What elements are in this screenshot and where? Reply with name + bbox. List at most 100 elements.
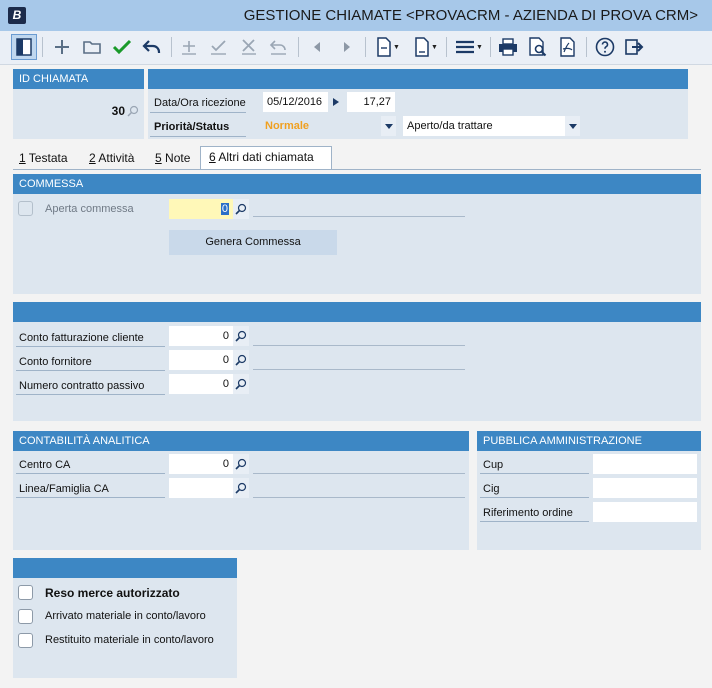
search-icon[interactable] <box>233 199 249 219</box>
label-underline <box>16 497 165 498</box>
add-icon[interactable] <box>49 34 75 60</box>
label-underline <box>16 394 165 395</box>
prev-icon[interactable] <box>304 34 330 60</box>
id-panel-header: ID CHIAMATA <box>13 69 144 89</box>
priority-label: Priorità/Status <box>154 121 230 133</box>
riferimento-ordine-field[interactable] <box>593 502 697 522</box>
date-label-underline <box>150 112 246 113</box>
new-document-icon[interactable]: ▼ <box>372 34 404 60</box>
date-field[interactable]: 05/12/2016 <box>263 92 328 112</box>
status-select[interactable]: Aperto/da trattare <box>403 116 565 136</box>
search-icon[interactable] <box>233 478 249 498</box>
conti-panel: Conto fatturazione cliente 0 Conto forni… <box>13 302 701 421</box>
search-icon[interactable] <box>233 350 249 370</box>
conti-header <box>13 302 701 322</box>
document-icon[interactable]: ▼ <box>410 34 442 60</box>
toolbar: ▼ ▼ ▼ <box>0 31 712 65</box>
genera-commessa-button[interactable]: Genera Commessa <box>169 230 337 255</box>
title-bar: B GESTIONE CHIAMATE <PROVACRM - AZIENDA … <box>0 0 712 31</box>
window-title: GESTIONE CHIAMATE <PROVACRM - AZIENDA DI… <box>243 7 698 24</box>
status-dropdown-icon[interactable] <box>565 116 580 136</box>
preview-icon[interactable] <box>525 34 551 60</box>
search-icon[interactable] <box>233 326 249 346</box>
toolbar-separator <box>365 37 366 57</box>
conto-fornitore-field[interactable]: 0 <box>169 350 233 370</box>
check-row-icon[interactable] <box>206 34 232 60</box>
cig-label: Cig <box>483 483 500 495</box>
tab-attivita[interactable]: 2 Attività <box>89 148 134 169</box>
toolbar-separator <box>171 37 172 57</box>
id-panel: ID CHIAMATA 30 <box>13 69 144 139</box>
commessa-field[interactable]: 0 <box>169 199 233 219</box>
conto-fatturazione-description[interactable] <box>253 345 465 346</box>
numero-contratto-field[interactable]: 0 <box>169 374 233 394</box>
undo-icon[interactable] <box>139 34 165 60</box>
next-icon[interactable] <box>334 34 360 60</box>
analitica-panel: CONTABILITÀ ANALITICA Centro CA 0 Linea/… <box>13 431 469 550</box>
plus-row-icon[interactable] <box>176 34 202 60</box>
app-logo: B <box>8 7 26 24</box>
arrivato-materiale-checkbox[interactable] <box>18 609 33 624</box>
tab-testata[interactable]: 1 Testata <box>19 148 68 169</box>
label-underline <box>16 370 165 371</box>
cup-label: Cup <box>483 459 504 471</box>
commessa-panel: COMMESSA Aperta commessa 0 Genera Commes… <box>13 174 701 294</box>
label-underline <box>480 473 589 474</box>
label-underline <box>480 497 589 498</box>
exit-icon[interactable] <box>622 34 648 60</box>
label-underline <box>480 521 589 522</box>
centro-ca-field[interactable]: 0 <box>169 454 233 474</box>
toolbar-separator <box>446 37 447 57</box>
time-field[interactable]: 17,27 <box>347 92 395 112</box>
date-label: Data/Ora ricezione <box>154 97 246 109</box>
conto-fatturazione-field[interactable]: 0 <box>169 326 233 346</box>
toolbar-separator <box>298 37 299 57</box>
id-chiamata-field[interactable]: 30 <box>13 101 127 121</box>
cancel-row-icon[interactable] <box>236 34 262 60</box>
priority-select[interactable]: Normale <box>263 116 381 136</box>
toggle-panel-icon[interactable] <box>11 34 37 60</box>
date-picker-icon[interactable] <box>329 92 343 112</box>
reso-panel: Reso merce autorizzato Arrivato material… <box>13 558 237 678</box>
aperta-commessa-label: Aperta commessa <box>45 203 134 215</box>
priority-dropdown-icon[interactable] <box>381 116 396 136</box>
commessa-header: COMMESSA <box>13 174 701 194</box>
priority-label-underline <box>150 136 246 137</box>
tab-strip-border <box>13 169 701 170</box>
toolbar-separator <box>490 37 491 57</box>
arrivato-materiale-label: Arrivato materiale in conto/lavoro <box>45 610 206 622</box>
linea-famiglia-field[interactable] <box>169 478 233 498</box>
reso-merce-label: Reso merce autorizzato <box>45 586 180 600</box>
pa-panel: PUBBLICA AMMINISTRAZIONE Cup Cig Riferim… <box>477 431 701 550</box>
linea-famiglia-description[interactable] <box>253 497 465 498</box>
analitica-header: CONTABILITÀ ANALITICA <box>13 431 469 451</box>
print-icon[interactable] <box>495 34 521 60</box>
aperta-commessa-checkbox[interactable] <box>18 201 33 216</box>
revert-row-icon[interactable] <box>266 34 292 60</box>
cig-field[interactable] <box>593 478 697 498</box>
pa-header: PUBBLICA AMMINISTRAZIONE <box>477 431 701 451</box>
pdf-icon[interactable] <box>555 34 581 60</box>
commessa-description-field[interactable] <box>253 216 465 217</box>
restituito-materiale-checkbox[interactable] <box>18 633 33 648</box>
linea-famiglia-label: Linea/Famiglia CA <box>19 483 109 495</box>
search-icon[interactable] <box>233 374 249 394</box>
menu-icon[interactable]: ▼ <box>452 34 486 60</box>
reso-header <box>13 558 237 578</box>
open-folder-icon[interactable] <box>79 34 105 60</box>
cup-field[interactable] <box>593 454 697 474</box>
reso-merce-checkbox[interactable] <box>18 585 33 600</box>
centro-ca-description[interactable] <box>253 473 465 474</box>
numero-contratto-label: Numero contratto passivo <box>19 380 145 392</box>
confirm-icon[interactable] <box>109 34 135 60</box>
riferimento-ordine-label: Riferimento ordine <box>483 507 573 519</box>
tab-note[interactable]: 5 Note <box>155 148 190 169</box>
search-icon[interactable] <box>233 454 249 474</box>
call-panel: Data/Ora ricezione 05/12/2016 17,27 Prio… <box>148 69 688 139</box>
tab-altri-dati[interactable]: 6 Altri dati chiamata <box>200 146 332 170</box>
search-icon[interactable] <box>127 105 139 120</box>
restituito-materiale-label: Restituito materiale in conto/lavoro <box>45 634 214 646</box>
help-icon[interactable] <box>592 34 618 60</box>
commessa-value: 0 <box>220 203 229 215</box>
conto-fornitore-description[interactable] <box>253 369 465 370</box>
